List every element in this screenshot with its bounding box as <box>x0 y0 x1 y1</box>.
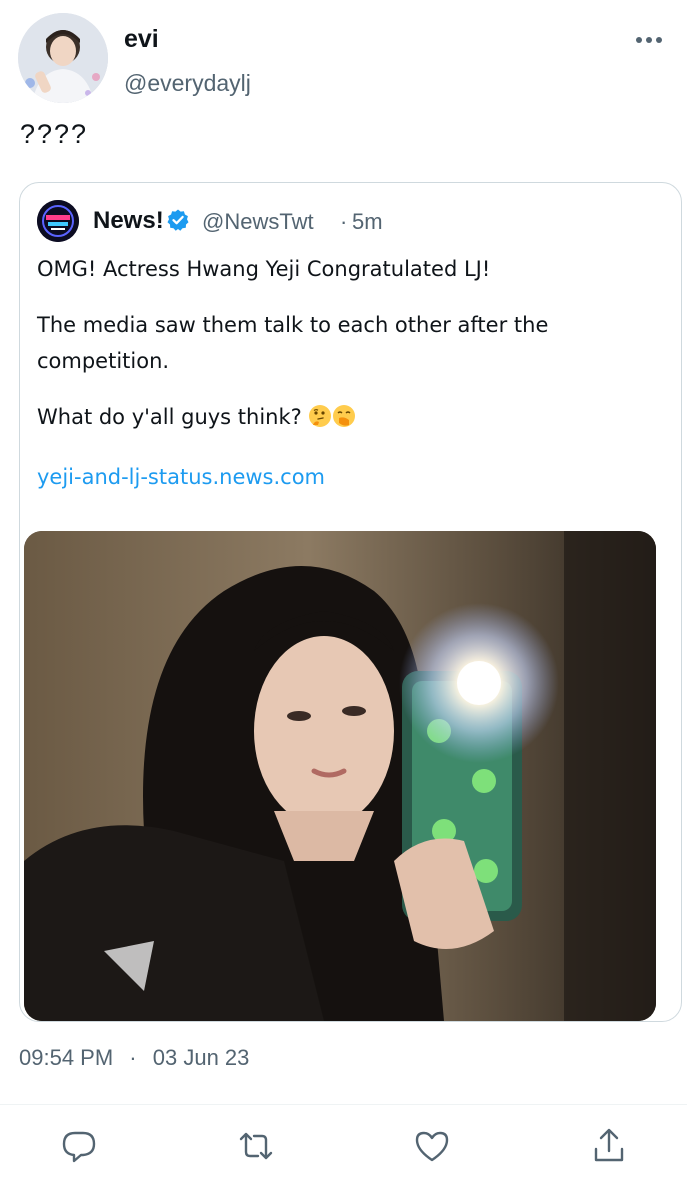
quoted-body: OMG! Actress Hwang Yeji Congratulated LJ… <box>37 251 637 515</box>
quoted-author-handle[interactable]: @NewsTwt <box>202 209 314 235</box>
reply-icon[interactable] <box>59 1126 99 1166</box>
quoted-author-avatar[interactable] <box>37 200 79 242</box>
tweet-meta: 09:54 PM · 03 Jun 23 <box>19 1045 249 1071</box>
quoted-line-3: What do y'all guys think? <box>37 399 637 439</box>
action-bar <box>0 1120 687 1180</box>
thinking-face-icon <box>308 403 332 439</box>
author-name[interactable]: evi <box>124 25 159 54</box>
quoted-photo[interactable] <box>24 531 656 1021</box>
meta-separator: · <box>129 1045 137 1070</box>
quoted-line-3-text: What do y'all guys think? <box>37 405 302 429</box>
quoted-line-2: The media saw them talk to each other af… <box>37 313 549 373</box>
face-with-hand-over-mouth-icon <box>332 403 356 439</box>
tweet-text: ???? <box>20 119 89 149</box>
quoted-link[interactable]: yeji-and-lj-status.news.com <box>37 459 637 495</box>
divider <box>0 1104 687 1105</box>
verified-icon <box>166 208 190 232</box>
quoted-line-1: OMG! Actress Hwang Yeji Congratulated LJ… <box>37 257 491 281</box>
retweet-icon[interactable] <box>236 1126 276 1166</box>
author-avatar[interactable] <box>18 13 108 103</box>
quoted-tweet[interactable]: News! @NewsTwt · 5m OMG! Actress Hwang Y… <box>19 182 682 1022</box>
tweet-header: evi @everydaylj <box>0 0 687 110</box>
more-icon[interactable] <box>634 30 664 50</box>
author-handle[interactable]: @everydaylj <box>124 70 251 97</box>
avatar-image <box>18 13 108 103</box>
news-logo-icon <box>37 200 79 242</box>
quoted-time[interactable]: 5m <box>352 209 383 235</box>
share-icon[interactable] <box>589 1126 629 1166</box>
tweet-date[interactable]: 03 Jun 23 <box>153 1045 250 1070</box>
quoted-separator: · <box>340 209 348 234</box>
quoted-author-name[interactable]: News! <box>93 207 164 235</box>
tweet-time[interactable]: 09:54 PM <box>19 1045 113 1070</box>
like-icon[interactable] <box>412 1126 452 1166</box>
photo-image <box>24 531 656 1021</box>
